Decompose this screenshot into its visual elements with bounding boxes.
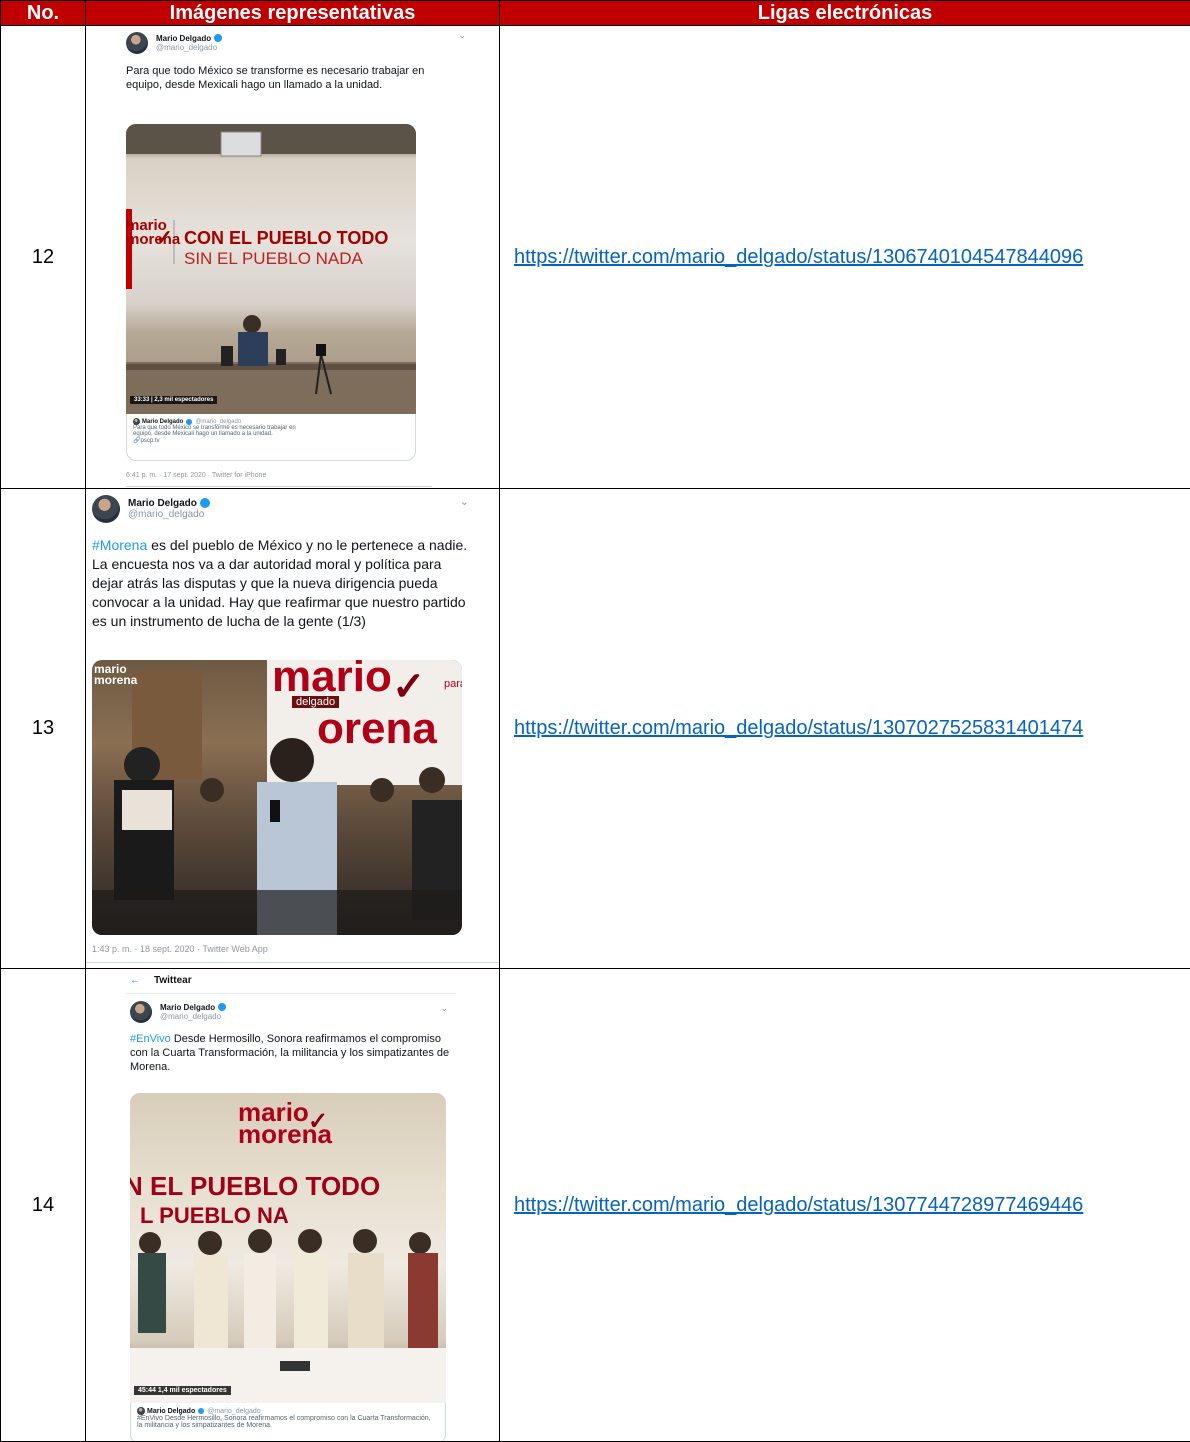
hashtag-envivo[interactable]: #EnVivo <box>130 1033 171 1045</box>
tweet-screenshot: ← Twittear Mario Delgado @mario_delgado … <box>86 969 500 1442</box>
chevron-down-icon[interactable]: ⌄ <box>458 30 466 41</box>
table-row: 13 Mario Delgado @mario_delgado ⌄ #Moren… <box>1 489 1190 969</box>
header-row: No. Imágenes representativas Ligas elect… <box>1 1 1190 26</box>
photo[interactable]: mario morena mario delgado orena ✓ para <box>92 660 462 935</box>
evidence-table: No. Imágenes representativas Ligas elect… <box>0 0 1190 1442</box>
video-thumbnail[interactable]: mario morena ✓ N EL PUEBLO TODO L PUEBLO… <box>130 1093 446 1403</box>
video-viewers: 1,4 mil espectadores <box>158 1387 227 1394</box>
video-viewers: 2,3 mil espectadores <box>154 397 213 403</box>
avatar <box>130 1001 152 1023</box>
card-author: Mario Delgado <box>142 419 183 425</box>
tweet-card: Mario Delgado @mario_delgado ⌄ #Morena e… <box>86 489 499 968</box>
tweet-link[interactable]: https://twitter.com/mario_delgado/status… <box>514 1193 1184 1218</box>
backdrop-morena: orena <box>317 704 437 754</box>
author-name: Mario Delgado <box>128 498 197 510</box>
chevron-down-icon[interactable]: ⌄ <box>460 495 469 508</box>
card-avatar <box>137 1407 145 1415</box>
link-cell: https://twitter.com/mario_delgado/status… <box>500 969 1190 1442</box>
divider <box>126 486 432 487</box>
row-number: 13 <box>1 489 86 969</box>
check-mark: ✓ <box>156 225 173 250</box>
author-handle: @mario_delgado <box>128 509 210 521</box>
row-number: 14 <box>1 969 86 1442</box>
check-mark: ✓ <box>308 1107 328 1136</box>
author-handle: @mario_delgado <box>156 43 222 52</box>
verified-icon <box>218 1003 226 1011</box>
tweet-body: Desde Hermosillo, Sonora reafirmamos el … <box>130 1033 449 1073</box>
verified-icon <box>200 498 210 508</box>
avatar <box>92 495 120 523</box>
banner-line-2: SIN EL PUEBLO NADA <box>184 249 363 269</box>
tweet-header: Mario Delgado @mario_delgado <box>130 1001 226 1023</box>
tweet-text: #EnVivo Desde Hermosillo, Sonora reafirm… <box>130 1032 450 1074</box>
card-avatar <box>133 418 140 425</box>
hashtag-morena[interactable]: #Morena <box>92 537 147 553</box>
video-time: 33:33 <box>134 397 149 403</box>
divider <box>86 962 499 963</box>
table-row: 14 ← Twittear Mario Delgado @mario_delga… <box>1 969 1190 1442</box>
tweet-card: Mario Delgado @mario_delgado ⌄ Para que … <box>106 26 466 488</box>
author-handle: @mario_delgado <box>160 1012 226 1021</box>
tweet-header: Mario Delgado @mario_delgado <box>126 32 222 54</box>
header-number: No. <box>1 1 86 26</box>
tweet-header: Mario Delgado @mario_delgado <box>92 495 210 523</box>
author-name: Mario Delgado <box>160 1003 215 1012</box>
tweet-timestamp: 1:43 p. m. · 18 sept. 2020 · Twitter Web… <box>92 944 268 954</box>
backdrop-para: para <box>444 678 462 690</box>
page-header: ← Twittear <box>130 975 192 986</box>
tweet-link[interactable]: https://twitter.com/mario_delgado/status… <box>514 716 1184 741</box>
header-links: Ligas electrónicas <box>500 1 1190 26</box>
tweet-screenshot: Mario Delgado @mario_delgado ⌄ Para que … <box>86 26 500 489</box>
tweet-timestamp: 6:41 p. m. · 17 sept. 2020 · Twitter for… <box>126 472 266 479</box>
back-arrow-icon[interactable]: ← <box>130 975 140 986</box>
row-number: 12 <box>1 26 86 489</box>
tweet-text: #Morena es del pueblo de México y no le … <box>92 536 472 631</box>
logo-morena: morena <box>94 675 137 686</box>
card-author: Mario Delgado <box>147 1408 195 1415</box>
check-mark: ✓ <box>392 664 426 710</box>
tweet-link[interactable]: https://twitter.com/mario_delgado/status… <box>514 245 1184 270</box>
verified-icon <box>186 419 192 425</box>
card-handle: @mario_delgado <box>195 419 241 425</box>
link-card[interactable]: Mario Delgado @mario_delgado #EnVivo Desd… <box>130 1403 446 1442</box>
card-handle: @mario_delgado <box>207 1408 260 1415</box>
page-title: Twittear <box>154 975 192 986</box>
card-text: #EnVivo Desde Hermosillo, Sonora reafirm… <box>137 1415 437 1429</box>
link-cell: https://twitter.com/mario_delgado/status… <box>500 489 1190 969</box>
video-overlay: 45:44 1,4 mil espectadores <box>134 1386 231 1395</box>
tweet-screenshot: Mario Delgado @mario_delgado ⌄ #Morena e… <box>86 489 500 969</box>
avatar <box>126 32 148 54</box>
link-card[interactable]: Mario Delgado @mario_delgado Para que tod… <box>126 414 416 461</box>
card-text: Para que todo México se transforme es ne… <box>133 425 308 437</box>
table-row: 12 Mario Delgado @mario_delgado ⌄ Para q… <box>1 26 1190 489</box>
author-name: Mario Delgado <box>156 34 211 43</box>
divider <box>126 993 456 994</box>
video-time: 45:44 <box>138 1387 156 1394</box>
link-cell: https://twitter.com/mario_delgado/status… <box>500 26 1190 489</box>
tweet-body: es del pueblo de México y no le pertenec… <box>92 537 467 629</box>
verified-icon <box>198 1408 204 1414</box>
card-link: pscp.tv <box>140 438 159 444</box>
header-images: Imágenes representativas <box>86 1 500 26</box>
banner-line-1: N EL PUEBLO TODO <box>130 1171 380 1202</box>
banner-line-2: L PUEBLO NA <box>140 1203 289 1229</box>
tweet-text: Para que todo México se transforme es ne… <box>126 64 446 92</box>
tweet-card: ← Twittear Mario Delgado @mario_delgado … <box>126 969 456 1442</box>
video-thumbnail[interactable]: mario morena ✓ CON EL PUEBLO TODO SIN EL… <box>126 124 416 414</box>
video-overlay: 33:33 | 2,3 mil espectadores <box>130 396 217 404</box>
banner-line-1: CON EL PUEBLO TODO <box>184 228 388 249</box>
chevron-down-icon[interactable]: ⌄ <box>440 1003 448 1014</box>
scene-illustration <box>126 124 416 414</box>
verified-icon <box>214 34 222 42</box>
